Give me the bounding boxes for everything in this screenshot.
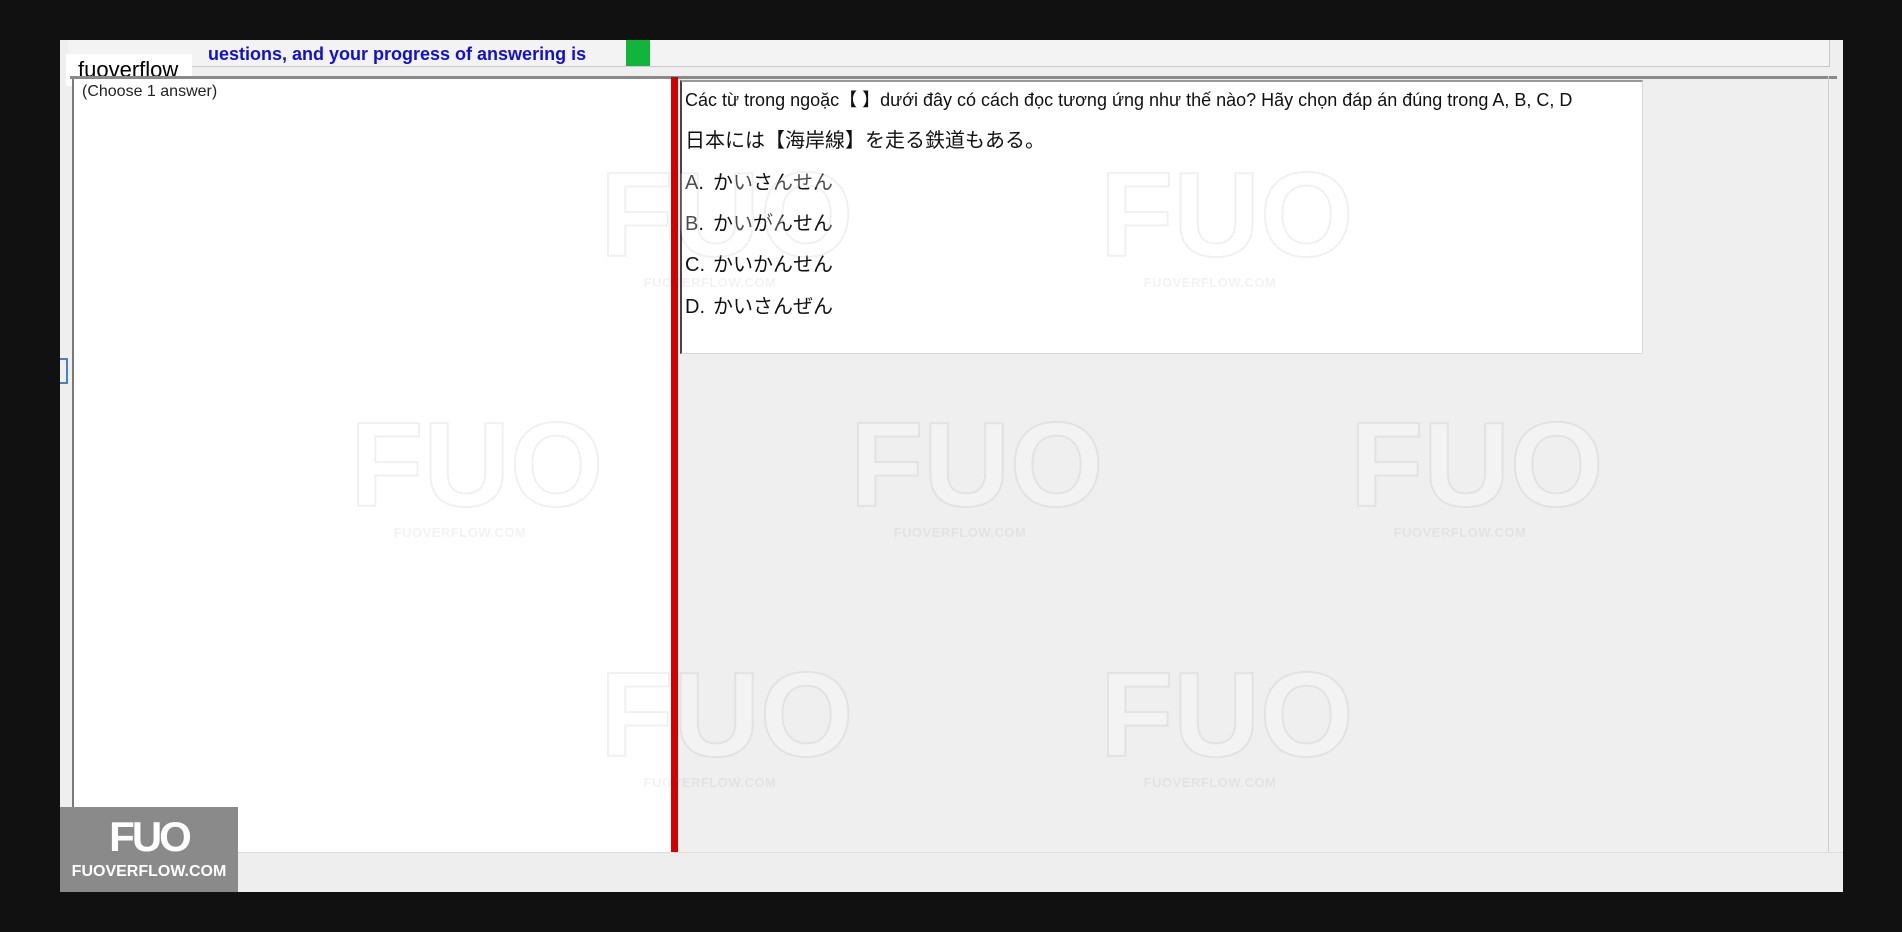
option-text: かいかんせん <box>713 254 833 276</box>
exam-window: uestions, and your progress of answering… <box>60 40 1843 892</box>
choose-hint: (Choose 1 answer) <box>82 83 218 100</box>
watermark-site: FUOVERFLOW.COM <box>893 525 1027 540</box>
badge-logo: FUO <box>109 813 192 860</box>
option-text: かいがんせん <box>713 213 833 235</box>
question-sentence: 日本には【海岸線】を走る鉄道もある。 <box>685 130 1045 152</box>
question-prompt: Các từ trong ngoặc【 】dưới đây có cách đọ… <box>685 90 1573 110</box>
answer-panel: (Choose 1 answer) <box>72 79 672 879</box>
watermark-logo: FUO <box>1349 398 1604 532</box>
progress-text: uestions, and your progress of answering… <box>208 44 587 64</box>
watermark-site: FUOVERFLOW.COM <box>1143 775 1277 790</box>
site-logo-badge: FUO FUOVERFLOW.COM <box>60 807 238 892</box>
option-letter: B. <box>685 213 704 235</box>
watermark-site: FUOVERFLOW.COM <box>1393 525 1527 540</box>
badge-site: FUOVERFLOW.COM <box>71 863 227 880</box>
status-strip <box>60 852 1843 892</box>
panel-edge-marker <box>60 358 68 384</box>
watermark: FUOFUOVERFLOW.COM <box>1349 398 1604 540</box>
watermark-logo: FUO <box>1099 648 1354 782</box>
option-a: A. かいさんせん <box>685 166 833 195</box>
progress-indicator <box>626 40 650 66</box>
panel-splitter[interactable] <box>671 77 678 880</box>
watermark: FUOFUOVERFLOW.COM <box>849 398 1104 540</box>
option-b: B. かいがんせん <box>685 207 833 236</box>
option-letter: C. <box>685 254 705 276</box>
watermark-logo: FUO <box>849 398 1104 532</box>
option-d: D. かいさんぜん <box>685 290 833 319</box>
option-text: かいさんぜん <box>713 296 833 318</box>
option-letter: A. <box>685 172 704 194</box>
option-letter: D. <box>685 296 705 318</box>
question-box: Các từ trong ngoặc【 】dưới đây có cách đọ… <box>680 80 1643 354</box>
option-c: C. かいかんせん <box>685 248 833 277</box>
progress-bar: uestions, and your progress of answering… <box>68 40 1830 67</box>
content-right-edge <box>1828 76 1829 876</box>
option-text: かいさんせん <box>713 172 833 194</box>
watermark: FUOFUOVERFLOW.COM <box>1099 648 1354 790</box>
